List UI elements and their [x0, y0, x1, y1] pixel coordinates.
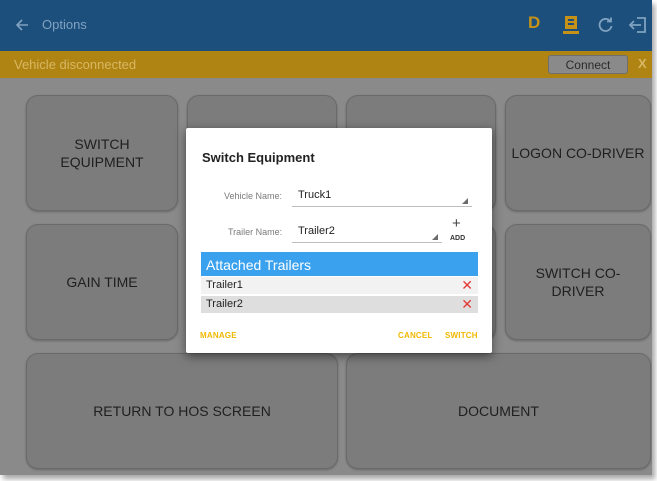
return-hos-label: RETURN TO HOS SCREEN	[93, 403, 271, 419]
trailer-name: Trailer2	[206, 298, 243, 310]
remove-trailer-icon[interactable]: ✕	[461, 296, 473, 313]
manage-button[interactable]: MANAGE	[200, 331, 237, 340]
dropdown-arrow-icon	[432, 234, 438, 240]
vehicle-name-value: Truck1	[298, 189, 332, 201]
switch-equipment-tile[interactable]: SWITCH EQUIPMENT	[26, 95, 178, 211]
switch-equipment-label: SWITCH EQUIPMENT	[60, 136, 144, 170]
switch-codriver-tile[interactable]: SWITCH CO-DRIVER	[505, 224, 651, 340]
trailer-list-item: Trailer1 ✕	[201, 277, 478, 294]
remove-trailer-icon[interactable]: ✕	[461, 277, 473, 294]
banner-close-button[interactable]: X	[638, 56, 647, 71]
logon-codriver-tile[interactable]: LOGON CO-DRIVER	[505, 95, 651, 211]
switch-equipment-dialog: Switch Equipment Vehicle Name: Truck1 Tr…	[186, 128, 492, 353]
arrow-left-icon[interactable]	[14, 16, 30, 34]
attached-trailers-header: Attached Trailers	[201, 252, 478, 276]
refresh-icon[interactable]	[597, 16, 614, 33]
options-screen: Options D Vehicle disconnected Connect X…	[0, 0, 652, 475]
add-trailer-button[interactable]: ADD	[450, 235, 465, 242]
return-hos-tile[interactable]: RETURN TO HOS SCREEN	[26, 353, 338, 469]
cancel-button[interactable]: CANCEL	[398, 331, 433, 340]
trailer-name-value: Trailer2	[298, 225, 335, 237]
logon-codriver-label: LOGON CO-DRIVER	[511, 145, 645, 161]
page-title: Options	[42, 17, 87, 32]
disconnect-banner: Vehicle disconnected Connect X	[0, 51, 652, 78]
gain-time-tile[interactable]: GAIN TIME	[26, 224, 178, 340]
document-label: DOCUMENT	[458, 403, 539, 419]
add-icon[interactable]: +	[452, 216, 461, 231]
app-bar: Options D	[0, 0, 652, 51]
vehicle-name-label: Vehicle Name:	[224, 191, 283, 201]
switch-codriver-label: SWITCH CO-DRIVER	[535, 265, 621, 299]
trailer-name-select[interactable]: Trailer2	[292, 224, 442, 243]
banner-message: Vehicle disconnected	[14, 57, 137, 72]
trailer-name-label: Trailer Name:	[228, 227, 283, 237]
trailer-list-item: Trailer2 ✕	[201, 296, 478, 313]
dialog-title: Switch Equipment	[202, 150, 315, 165]
duty-status-badge[interactable]: D	[528, 13, 540, 33]
dropdown-arrow-icon	[462, 198, 468, 204]
document-icon[interactable]	[562, 15, 580, 35]
trailer-name: Trailer1	[206, 279, 243, 291]
document-tile[interactable]: DOCUMENT	[346, 353, 651, 469]
logout-icon[interactable]	[628, 15, 648, 35]
gain-time-label: GAIN TIME	[66, 274, 138, 290]
switch-button[interactable]: SWITCH	[445, 331, 478, 340]
connect-button[interactable]: Connect	[548, 55, 628, 74]
vehicle-name-select[interactable]: Truck1	[292, 188, 472, 207]
